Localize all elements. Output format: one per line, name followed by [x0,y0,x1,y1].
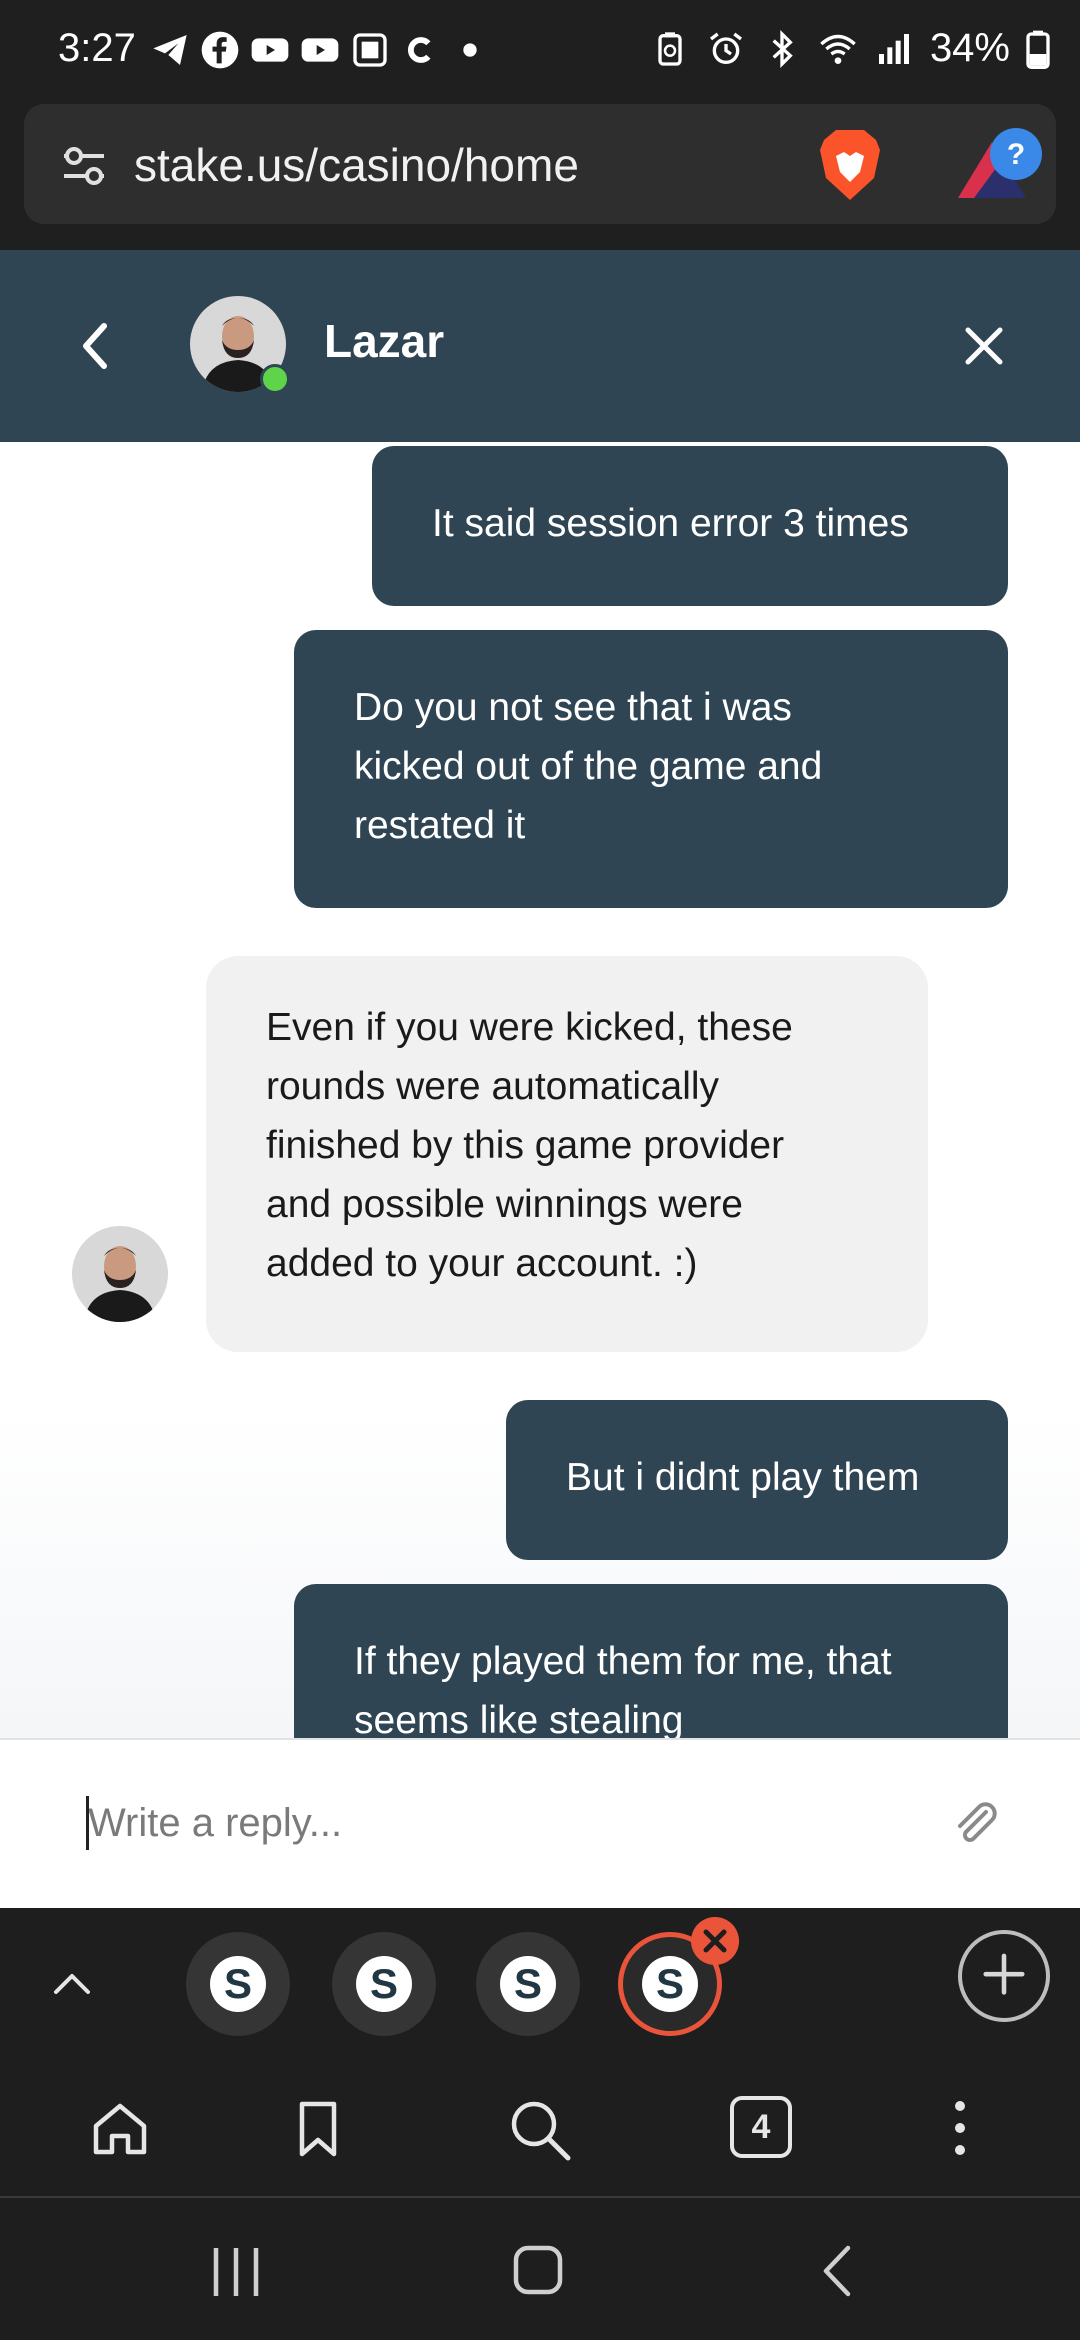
search-icon[interactable] [506,2096,574,2164]
message-line: If they played them for me, that [354,1640,892,1683]
message-line: It said session error 3 times [432,502,909,545]
reply-composer [0,1738,1080,1910]
system-navigation-bar [0,2198,1080,2340]
browser-toolbar: 4 [0,2068,1080,2198]
wifi-icon [820,34,856,64]
facebook-icon [201,31,239,69]
message-line: and possible winnings were [266,1183,743,1226]
recycle-icon [658,31,682,66]
message-line: restated it [354,804,526,847]
extension-badge: ? [1007,138,1025,171]
message-bubble-outgoing: It said session error 3 times [372,446,1008,606]
close-icon[interactable] [960,322,1008,370]
agent-name: Lazar [324,315,445,367]
stake-logo-icon: S [500,1956,556,2012]
battery-icon [1026,30,1050,69]
message-bubble-outgoing: But i didnt play them [506,1400,1008,1560]
new-tab-button[interactable] [958,1930,1050,2022]
message-bubble-outgoing: Do you not see that i was kicked out of … [294,630,1008,908]
url-text[interactable]: stake.us/casino/home [134,138,579,192]
home-system-icon[interactable] [510,2242,566,2298]
message-line: finished by this game provider [266,1124,785,1167]
address-bar[interactable]: stake.us/casino/home ? [24,104,1056,224]
tab-strip: S S S S [0,1908,1080,2088]
tab-thumbnail[interactable]: S [476,1932,580,2036]
tab-thumbnail[interactable]: S [332,1932,436,2036]
stake-logo-icon: S [642,1956,698,2012]
signal-icon [878,33,909,64]
message-line: kicked out of the game and [354,745,823,788]
tab-count-button[interactable]: 4 [730,2096,792,2158]
chat-header: Lazar [0,250,1080,442]
bluetooth-icon [772,29,793,68]
dot-icon [463,43,477,57]
attachment-icon[interactable] [950,1798,1000,1848]
bookmark-icon[interactable] [286,2096,350,2160]
message-line: Even if you were kicked, these [266,1006,793,1049]
message-list[interactable]: It said session error 3 times Do you not… [0,442,1080,1738]
site-settings-icon[interactable] [60,144,108,188]
message-line: Do you not see that i was [354,686,792,729]
brave-shields-icon[interactable] [814,126,886,204]
tab-thumbnail[interactable]: S [186,1932,290,2036]
reply-input[interactable] [86,1792,910,1854]
status-bar: 3:27 34% [0,0,1080,100]
youtube-icon [251,38,289,62]
text-caret [86,1796,89,1850]
youtube-icon [301,38,339,62]
tab-thumbnail-active[interactable]: S [618,1917,739,2036]
home-icon[interactable] [88,2096,152,2160]
message-line: But i didnt play them [566,1456,920,1499]
stake-logo-icon: S [356,1956,412,2012]
close-tab-icon[interactable] [691,1917,739,1965]
online-status-dot [260,364,290,394]
agent-message-avatar [72,1226,168,1322]
more-options-icon[interactable] [940,2096,980,2160]
message-line: seems like stealing [354,1699,684,1738]
extension-icon[interactable]: ? [952,126,1042,206]
back-icon[interactable] [70,316,120,376]
message-line: added to your account. :) [266,1242,698,1285]
c-icon [408,37,431,63]
back-system-icon[interactable] [814,2242,862,2300]
message-line: rounds were automatically [266,1065,720,1108]
chevron-up-icon[interactable] [50,1962,94,2006]
battery-percent: 34% [929,26,1010,70]
status-time: 3:27 [58,26,136,70]
stake-logo-icon: S [210,1956,266,2012]
alarm-icon [709,32,742,64]
message-bubble-incoming: Even if you were kicked, these rounds we… [206,956,928,1352]
telegram-icon [153,35,187,65]
recent-apps-icon[interactable] [206,2244,266,2300]
cast-icon [353,33,387,67]
message-bubble-outgoing: If they played them for me, that seems l… [294,1584,1008,1738]
